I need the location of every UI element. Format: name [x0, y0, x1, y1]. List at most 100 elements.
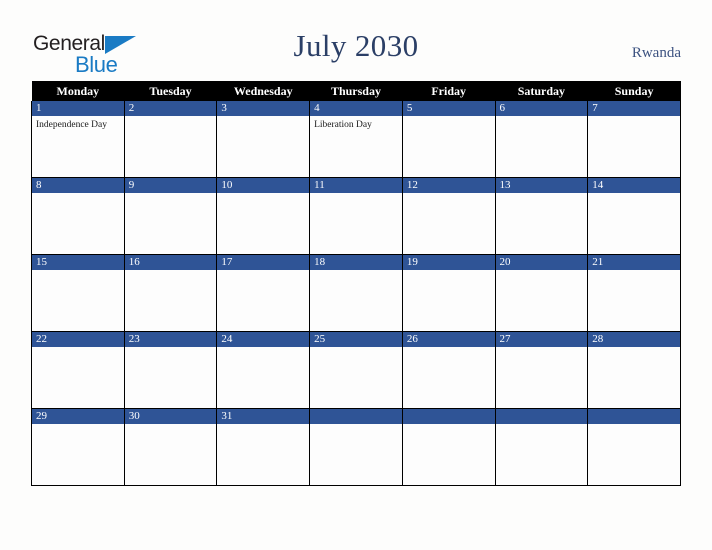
day-body: [588, 347, 680, 408]
calendar-day-cell[interactable]: 19: [401, 254, 496, 332]
day-body: [32, 347, 124, 408]
day-body: [124, 424, 217, 485]
calendar-day-cell[interactable]: 7: [587, 101, 681, 178]
weekday-header-saturday: Saturday: [495, 81, 588, 101]
calendar-day-cell[interactable]: 6: [494, 101, 589, 178]
day-body: [402, 424, 495, 485]
day-number: 21: [588, 255, 680, 270]
day-body: [402, 193, 495, 254]
day-number: 3: [217, 101, 310, 116]
day-number: 14: [588, 178, 680, 193]
calendar-day-cell[interactable]: 21: [587, 254, 681, 332]
day-body: Liberation Day: [310, 116, 402, 177]
day-body: [217, 424, 310, 485]
calendar-day-cell[interactable]: 11: [309, 177, 403, 255]
day-number: [310, 409, 402, 424]
day-event: Independence Day: [36, 120, 107, 130]
day-number: 4: [310, 101, 402, 116]
day-body: [310, 270, 402, 331]
calendar-day-cell[interactable]: 30: [123, 408, 218, 486]
calendar-day-cell[interactable]: 9: [123, 177, 218, 255]
day-number: 8: [32, 178, 124, 193]
day-number: 5: [402, 101, 495, 116]
day-number: 12: [402, 178, 495, 193]
day-number: 16: [124, 255, 217, 270]
page-header: General Blue July 2030 Rwanda: [0, 0, 712, 81]
weekday-header-tuesday: Tuesday: [124, 81, 217, 101]
day-number: 11: [310, 178, 402, 193]
weekday-header-monday: Monday: [31, 81, 125, 101]
day-number: 9: [124, 178, 217, 193]
calendar-day-cell[interactable]: 4 Liberation Day: [309, 101, 403, 178]
weekday-header-wednesday: Wednesday: [216, 81, 310, 101]
calendar-week-row: 29 30 31: [31, 408, 681, 486]
country-label: Rwanda: [631, 45, 681, 61]
calendar-week-row: 1 Independence Day 2 3 4 Liberation Day …: [31, 101, 681, 178]
calendar-day-cell[interactable]: 2: [123, 101, 218, 178]
calendar-day-cell[interactable]: 22: [31, 331, 125, 409]
day-number: 6: [495, 101, 588, 116]
day-body: [402, 270, 495, 331]
day-body: [32, 193, 124, 254]
day-number: 24: [217, 332, 310, 347]
calendar-day-cell[interactable]: 28: [587, 331, 681, 409]
calendar-day-cell[interactable]: 26: [401, 331, 496, 409]
calendar-day-cell[interactable]: 1 Independence Day: [31, 101, 125, 178]
calendar-day-cell[interactable]: 23: [123, 331, 218, 409]
day-body: [495, 193, 588, 254]
day-body: [124, 116, 217, 177]
day-body: [402, 347, 495, 408]
day-number: 19: [402, 255, 495, 270]
day-number: 31: [217, 409, 310, 424]
day-number: [588, 409, 680, 424]
day-number: 30: [124, 409, 217, 424]
calendar-day-cell-empty[interactable]: [587, 408, 681, 486]
calendar-week-row: 15 16 17 18 19 20 21: [31, 254, 681, 332]
day-body: [495, 347, 588, 408]
calendar-day-cell[interactable]: 25: [309, 331, 403, 409]
calendar-day-cell[interactable]: 10: [216, 177, 311, 255]
calendar-day-cell[interactable]: 29: [31, 408, 125, 486]
day-number: 18: [310, 255, 402, 270]
day-body: [217, 193, 310, 254]
calendar-day-cell[interactable]: 16: [123, 254, 218, 332]
day-body: [124, 193, 217, 254]
calendar-day-cell[interactable]: 24: [216, 331, 311, 409]
day-body: [124, 347, 217, 408]
calendar-day-cell[interactable]: 20: [494, 254, 589, 332]
day-number: 26: [402, 332, 495, 347]
calendar-day-cell[interactable]: 14: [587, 177, 681, 255]
calendar-day-cell[interactable]: 15: [31, 254, 125, 332]
calendar-day-cell-empty[interactable]: [309, 408, 403, 486]
day-body: [217, 347, 310, 408]
calendar-day-cell-empty[interactable]: [401, 408, 496, 486]
day-body: [588, 116, 680, 177]
day-body: Independence Day: [32, 116, 124, 177]
calendar-day-cell[interactable]: 13: [494, 177, 589, 255]
calendar-day-cell[interactable]: 18: [309, 254, 403, 332]
day-body: [495, 270, 588, 331]
day-number: [402, 409, 495, 424]
day-number: 20: [495, 255, 588, 270]
day-number: 7: [588, 101, 680, 116]
calendar-weekday-header-row: Monday Tuesday Wednesday Thursday Friday…: [31, 81, 681, 101]
calendar-week-row: 8 9 10 11 12 13 14: [31, 177, 681, 255]
calendar-week-row: 22 23 24 25 26 27 28: [31, 331, 681, 409]
day-number: 27: [495, 332, 588, 347]
calendar-table: Monday Tuesday Wednesday Thursday Friday…: [31, 81, 681, 486]
day-number: 15: [32, 255, 124, 270]
calendar-day-cell[interactable]: 17: [216, 254, 311, 332]
day-number: 1: [32, 101, 124, 116]
calendar-day-cell[interactable]: 31: [216, 408, 311, 486]
calendar-day-cell-empty[interactable]: [494, 408, 589, 486]
calendar-day-cell[interactable]: 3: [216, 101, 311, 178]
day-body: [32, 270, 124, 331]
day-number: 25: [310, 332, 402, 347]
day-body: [588, 424, 680, 485]
day-number: 23: [124, 332, 217, 347]
calendar-day-cell[interactable]: 12: [401, 177, 496, 255]
calendar-day-cell[interactable]: 5: [401, 101, 496, 178]
day-number: [495, 409, 588, 424]
calendar-day-cell[interactable]: 8: [31, 177, 125, 255]
calendar-day-cell[interactable]: 27: [494, 331, 589, 409]
